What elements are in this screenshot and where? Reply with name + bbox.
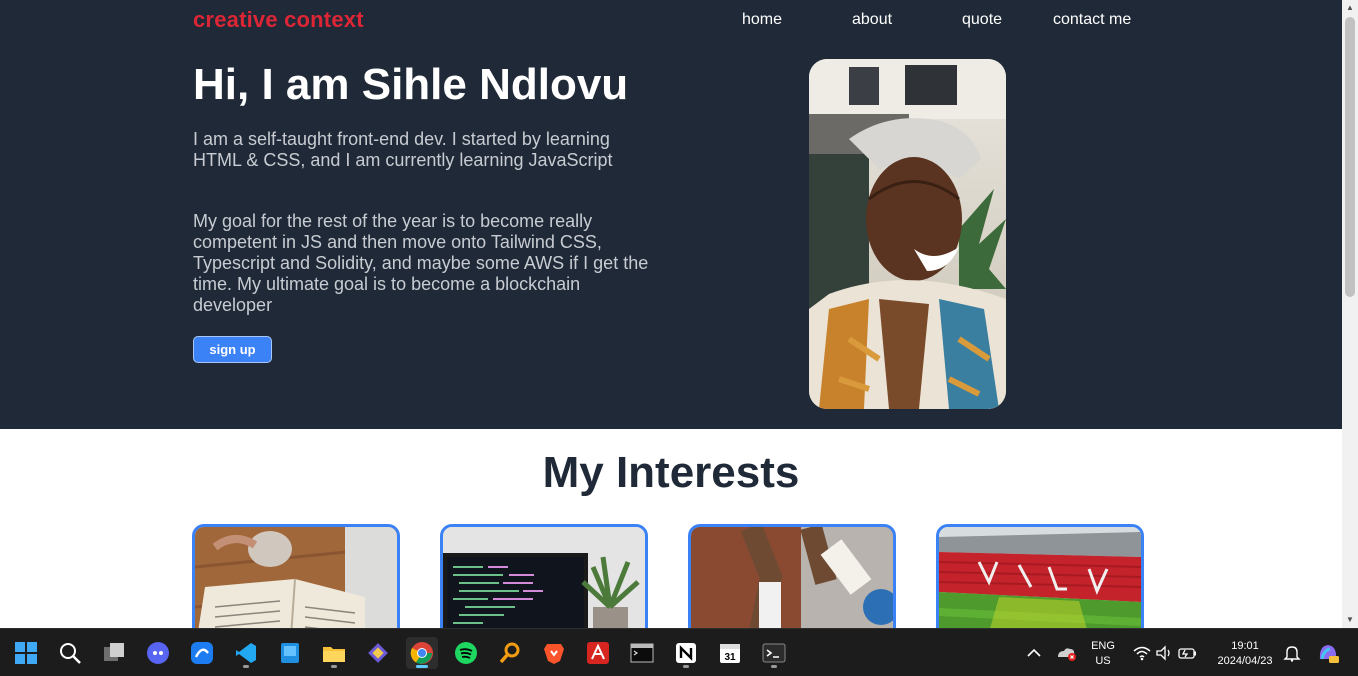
region-label: US (1095, 655, 1111, 667)
taskbar: 31 ENG US 19:01 2024/04/23 (0, 628, 1358, 676)
calendar-day: 31 (724, 652, 736, 663)
search-tool-icon[interactable] (494, 637, 526, 669)
task-view-icon[interactable] (98, 637, 130, 669)
hero-goal: My goal for the rest of the year is to b… (193, 211, 649, 315)
page-scrollbar[interactable]: ▲ ▼ (1342, 0, 1358, 628)
interest-card-coding[interactable] (440, 524, 648, 628)
battery-icon[interactable] (1172, 637, 1204, 669)
hero-heading: Hi, I am Sihle Ndlovu (193, 60, 629, 109)
notion-running-indicator (683, 665, 689, 668)
scroll-thumb[interactable] (1345, 17, 1355, 297)
hero-intro: I am a self-taught front-end dev. I star… (193, 129, 613, 170)
notion-icon[interactable] (670, 637, 702, 669)
app-blue-icon[interactable] (186, 637, 218, 669)
clock-time: 19:01 (1231, 640, 1259, 652)
nav-home[interactable]: home (742, 11, 782, 29)
nav-about[interactable]: about (852, 11, 892, 29)
signup-button[interactable]: sign up (193, 336, 272, 363)
chrome-active-indicator (416, 665, 428, 668)
interest-card-football[interactable] (688, 524, 896, 628)
search-icon[interactable] (54, 637, 86, 669)
copilot-icon[interactable] (1312, 637, 1344, 669)
discord-icon[interactable] (142, 637, 174, 669)
browser-viewport: creative context home about quote contac… (0, 0, 1342, 628)
blue-app-icon[interactable] (274, 637, 306, 669)
vscode-icon[interactable] (230, 637, 262, 669)
scroll-down-icon[interactable]: ▼ (1345, 615, 1355, 625)
nav-quote[interactable]: quote (962, 11, 1002, 29)
hero-section: creative context home about quote contac… (0, 0, 1342, 429)
start-icon[interactable] (10, 637, 42, 669)
onedrive-error-icon[interactable] (1050, 637, 1082, 669)
language-label: ENG (1091, 640, 1115, 652)
interest-card-stadium[interactable] (936, 524, 1144, 628)
main-nav: home about quote contact me (0, 11, 1342, 31)
scroll-up-icon[interactable]: ▲ (1345, 3, 1355, 13)
show-hidden-icons-icon[interactable] (1018, 637, 1050, 669)
clock-date: 2024/04/23 (1217, 655, 1273, 667)
terminal-icon[interactable] (758, 637, 790, 669)
explorer-running-indicator (331, 665, 337, 668)
acrobat-icon[interactable] (582, 637, 614, 669)
spotify-icon[interactable] (450, 637, 482, 669)
file-explorer-icon[interactable] (318, 637, 350, 669)
vscode-running-indicator (243, 665, 249, 668)
git-icon[interactable] (362, 637, 394, 669)
interests-title: My Interests (542, 448, 800, 497)
brave-icon[interactable] (538, 637, 570, 669)
profile-photo (809, 59, 1006, 409)
clock[interactable]: 19:01 2024/04/23 (1208, 639, 1282, 669)
notifications-icon[interactable] (1276, 637, 1308, 669)
interest-card-reading[interactable] (192, 524, 400, 628)
chrome-icon[interactable] (406, 637, 438, 669)
cmd-icon[interactable] (626, 637, 658, 669)
terminal-running-indicator (771, 665, 777, 668)
calendar-icon[interactable]: 31 (714, 637, 746, 669)
language-indicator[interactable]: ENG US (1085, 639, 1121, 669)
nav-contact[interactable]: contact me (1053, 11, 1131, 29)
